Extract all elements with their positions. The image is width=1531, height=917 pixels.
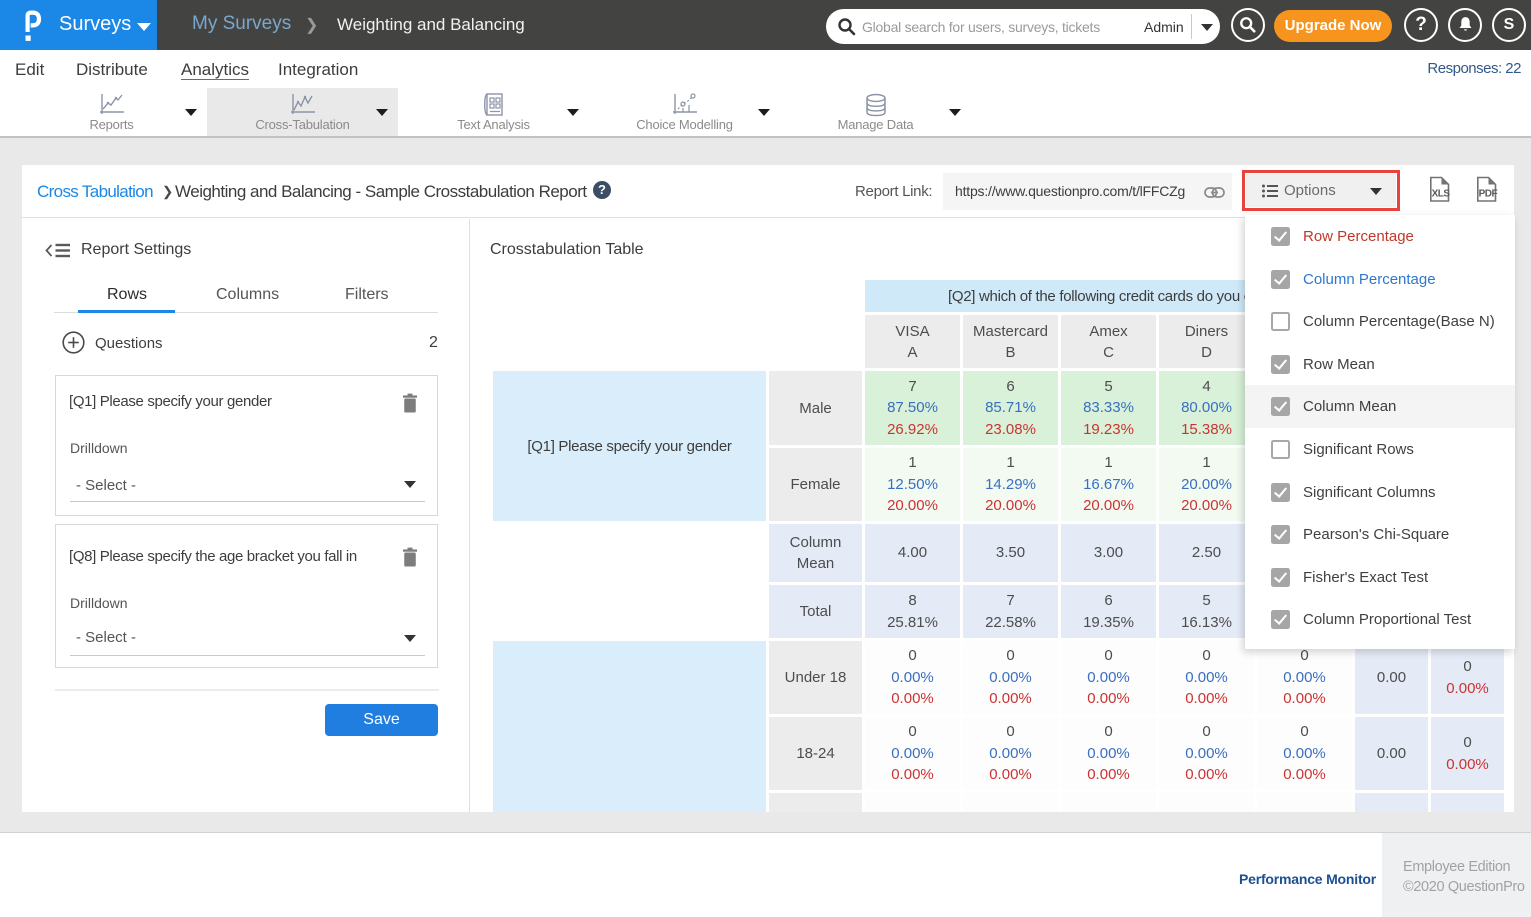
- svg-text:XLS: XLS: [1432, 189, 1451, 200]
- svg-text:PDF: PDF: [1479, 189, 1498, 200]
